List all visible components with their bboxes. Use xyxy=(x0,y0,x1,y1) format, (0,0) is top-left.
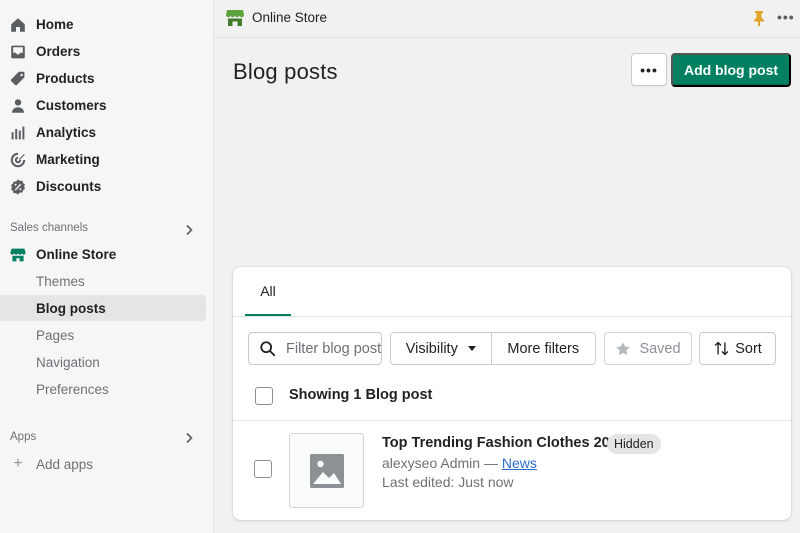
sales-channels-heading: Sales channels xyxy=(10,222,88,234)
sidebar-item-home[interactable]: Home xyxy=(0,11,206,38)
orders-icon xyxy=(10,44,26,60)
post-title-link[interactable]: Top Trending Fashion Clothes 2023 xyxy=(382,435,626,451)
filter-input[interactable] xyxy=(286,340,381,357)
page-title: Blog posts xyxy=(233,59,338,84)
tabs-divider xyxy=(233,316,791,317)
sort-icon xyxy=(714,341,729,356)
sidebar-item-products[interactable]: Products xyxy=(0,65,206,92)
visibility-label: Visibility xyxy=(405,340,458,357)
sidebar-item-label: Discounts xyxy=(36,179,102,194)
select-all-checkbox[interactable] xyxy=(255,387,273,405)
chevron-right-icon[interactable] xyxy=(183,431,195,444)
bar-chart-icon xyxy=(10,125,26,141)
add-apps-label: Add apps xyxy=(36,456,94,472)
sidebar-subitem-blog-posts[interactable]: Blog posts xyxy=(0,295,206,321)
sidebar-item-discounts[interactable]: Discounts xyxy=(0,173,206,200)
visibility-filter-button[interactable]: Visibility xyxy=(391,333,492,364)
showing-count: Showing 1 Blog post xyxy=(289,387,433,403)
plus-icon: + xyxy=(13,455,23,472)
star-icon xyxy=(616,341,631,355)
sidebar-subitem-preferences[interactable]: Preferences xyxy=(0,376,206,402)
author-text: alexyseo Admin — xyxy=(382,455,498,471)
row-checkbox[interactable] xyxy=(254,460,272,478)
more-filters-button[interactable]: More filters xyxy=(492,333,595,364)
sidebar-subitem-navigation[interactable]: Navigation xyxy=(0,349,206,375)
blog-link[interactable]: News xyxy=(502,455,537,471)
tag-icon xyxy=(10,71,26,87)
sidebar-item-label: Analytics xyxy=(36,125,97,140)
sidebar-item-label: Products xyxy=(36,71,95,86)
sidebar-item-orders[interactable]: Orders xyxy=(0,38,206,65)
sidebar-item-label: Orders xyxy=(36,44,81,59)
person-icon xyxy=(10,98,26,114)
filter-search-field[interactable] xyxy=(248,332,382,365)
target-icon xyxy=(10,152,26,168)
caret-down-icon xyxy=(467,346,476,351)
topbar: Online Store ••• xyxy=(215,0,800,38)
sidebar-item-analytics[interactable]: Analytics xyxy=(0,119,206,146)
status-badge: Hidden xyxy=(607,434,661,454)
post-last-edited: Last edited: Just now xyxy=(382,474,514,490)
sidebar-item-label: Online Store xyxy=(36,247,117,262)
filter-button-group: Visibility More filters xyxy=(390,332,596,365)
sidebar: Home Orders Products Customers Analytics… xyxy=(0,0,214,533)
sidebar-subitem-pages[interactable]: Pages xyxy=(0,322,206,348)
sidebar-item-online-store[interactable]: Online Store xyxy=(0,241,206,268)
sidebar-item-marketing[interactable]: Marketing xyxy=(0,146,206,173)
add-blog-post-button[interactable]: Add blog post xyxy=(671,53,791,87)
saved-button[interactable]: Saved xyxy=(604,332,692,365)
post-author: alexyseo Admin — News xyxy=(382,455,537,471)
topbar-title: Online Store xyxy=(252,10,328,25)
chevron-right-icon[interactable] xyxy=(183,223,195,236)
image-placeholder-icon xyxy=(309,453,344,488)
more-dots-icon[interactable]: ••• xyxy=(777,10,794,24)
more-actions-button[interactable]: ••• xyxy=(631,53,667,86)
apps-heading: Apps xyxy=(10,431,37,443)
sidebar-item-customers[interactable]: Customers xyxy=(0,92,206,119)
sort-label: Sort xyxy=(735,340,762,357)
saved-label: Saved xyxy=(639,340,681,357)
add-apps-button[interactable]: + Add apps xyxy=(10,453,93,475)
discount-icon xyxy=(10,178,26,195)
blog-posts-card: All Visibility More filters Saved Sort S… xyxy=(233,267,791,520)
store-icon xyxy=(10,247,26,263)
sidebar-item-label: Customers xyxy=(36,98,107,113)
search-icon xyxy=(260,340,276,356)
store-icon xyxy=(226,9,244,26)
pin-icon[interactable] xyxy=(752,10,766,26)
row-divider xyxy=(233,420,791,421)
sidebar-subitem-themes[interactable]: Themes xyxy=(0,268,206,294)
post-thumbnail xyxy=(289,433,364,508)
sidebar-item-label: Marketing xyxy=(36,152,100,167)
sidebar-item-label: Home xyxy=(36,17,74,32)
tab-all[interactable]: All xyxy=(245,267,291,317)
sort-button[interactable]: Sort xyxy=(699,332,776,365)
home-icon xyxy=(10,17,26,33)
